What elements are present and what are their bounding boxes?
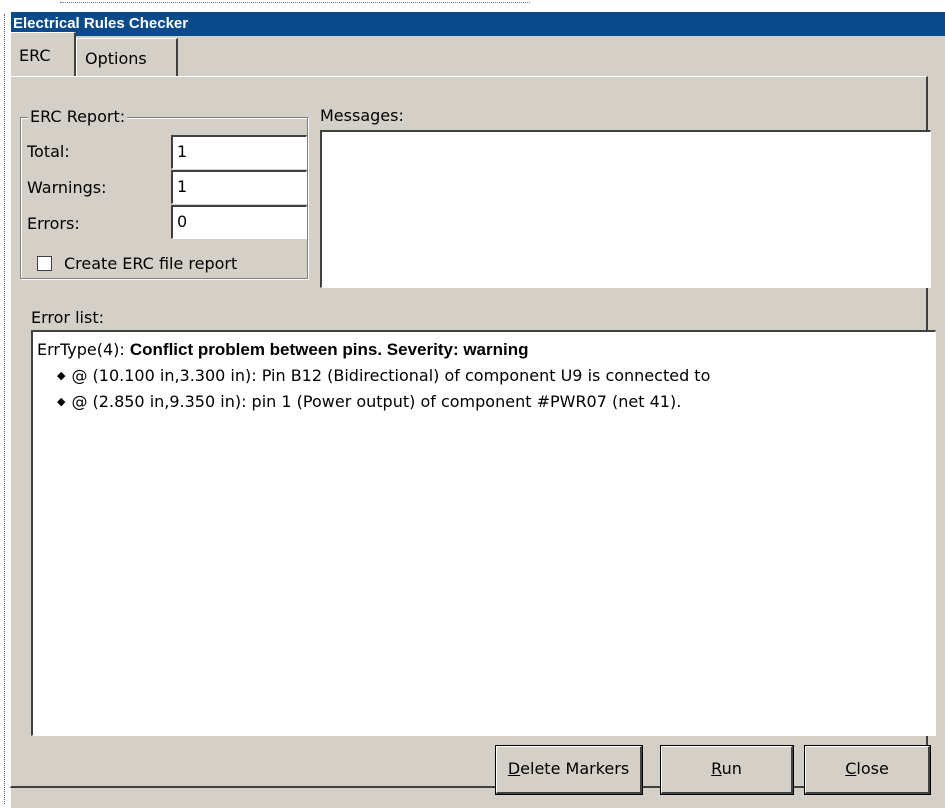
background-dotted-line bbox=[4, 14, 6, 804]
dialog-title[interactable]: Electrical Rules Checker bbox=[11, 12, 945, 36]
warnings-field[interactable]: 1 bbox=[171, 170, 307, 204]
messages-label: Messages: bbox=[320, 106, 404, 125]
bullet-icon: ◆ bbox=[57, 369, 66, 382]
messages-box[interactable] bbox=[320, 130, 931, 288]
create-report-label[interactable]: Create ERC file report bbox=[64, 254, 237, 274]
delete-markers-button[interactable]: Delete Markers bbox=[495, 745, 643, 795]
errors-label: Errors: bbox=[27, 214, 80, 233]
background-top-line bbox=[60, 2, 530, 4]
error-list-box[interactable]: ErrType(4): Conflict problem between pin… bbox=[31, 330, 936, 736]
error-item[interactable]: ◆ @ (2.850 in,9.350 in): pin 1 (Power out… bbox=[57, 392, 681, 412]
erc-report-label: ERC Report: bbox=[28, 107, 128, 127]
tab-options[interactable]: Options bbox=[76, 38, 178, 76]
warnings-label: Warnings: bbox=[27, 178, 107, 197]
error-item-text: @ (10.100 in,3.300 in): Pin B12 (Bidirec… bbox=[71, 366, 711, 385]
total-field[interactable]: 1 bbox=[171, 135, 307, 169]
error-list-label: Error list: bbox=[31, 308, 104, 327]
total-label: Total: bbox=[27, 142, 70, 161]
tab-erc[interactable]: ERC bbox=[10, 32, 76, 76]
create-report-checkbox[interactable] bbox=[37, 256, 52, 271]
error-type: ErrType(4): bbox=[37, 340, 130, 359]
error-item[interactable]: ◆ @ (10.100 in,3.300 in): Pin B12 (Bidire… bbox=[57, 366, 710, 386]
run-button[interactable]: Run bbox=[660, 745, 794, 795]
bullet-icon: ◆ bbox=[57, 395, 66, 408]
error-entry-header[interactable]: ErrType(4): Conflict problem between pin… bbox=[37, 340, 529, 360]
error-title: Conflict problem between pins. Severity:… bbox=[129, 340, 529, 359]
error-item-text: @ (2.850 in,9.350 in): pin 1 (Power outp… bbox=[71, 392, 682, 411]
close-button[interactable]: Close bbox=[804, 745, 931, 795]
errors-field[interactable]: 0 bbox=[171, 205, 307, 239]
